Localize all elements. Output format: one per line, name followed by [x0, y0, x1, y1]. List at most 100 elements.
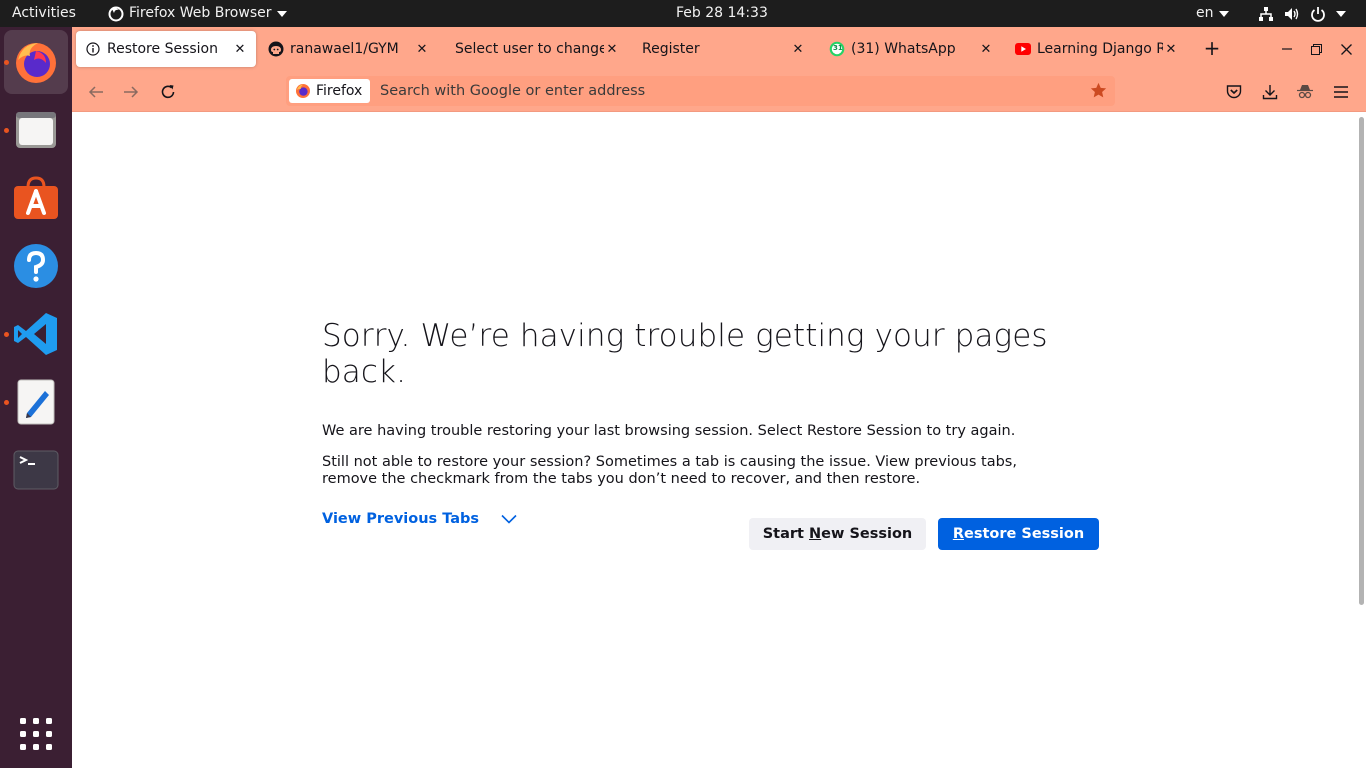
tab-bar: Restore Session ✕ ranawael1/GYM ✕ Select… — [72, 27, 1366, 71]
language-selector[interactable]: en — [1196, 0, 1229, 27]
restore-description: We are having trouble restoring your las… — [322, 423, 1016, 439]
tab-title: ranawael1/GYM — [290, 41, 399, 57]
chevron-down-icon — [276, 10, 287, 17]
dock-text-editor[interactable] — [4, 370, 68, 434]
network-icon — [1259, 6, 1273, 21]
clock[interactable]: Feb 28 14:33 — [676, 0, 768, 27]
app-menu[interactable]: Firefox Web Browser — [108, 0, 287, 27]
tab-title: (31) WhatsApp — [851, 41, 956, 57]
restore-session-container: Sorry. We’re having trouble getting your… — [322, 318, 1102, 550]
power-icon — [1311, 6, 1325, 22]
identity-label: Firefox — [316, 83, 363, 99]
tab-register[interactable]: Register ✕ — [642, 31, 812, 67]
dock-terminal[interactable] — [4, 438, 68, 502]
system-menu[interactable] — [1258, 0, 1346, 27]
chevron-down-icon — [1218, 10, 1229, 17]
dock-help[interactable] — [4, 234, 68, 298]
app-menu-button[interactable] — [1328, 79, 1354, 105]
url-input[interactable]: Search with Google or enter address — [380, 76, 1080, 106]
button-label: Start — [762, 526, 810, 542]
running-indicator — [4, 128, 9, 133]
tab-title: Register — [642, 41, 700, 57]
arrow-left-icon — [88, 86, 103, 98]
tab-github[interactable]: ranawael1/GYM ✕ — [268, 31, 438, 67]
close-tab-icon[interactable]: ✕ — [604, 42, 620, 57]
github-icon — [268, 41, 284, 57]
show-applications-button[interactable] — [4, 702, 68, 766]
hamburger-menu-icon — [1334, 86, 1348, 98]
downloads-button[interactable] — [1257, 79, 1283, 105]
start-new-session-button[interactable]: Start New Session — [749, 518, 926, 550]
close-tab-icon[interactable]: ✕ — [414, 42, 430, 57]
maximize-button[interactable] — [1304, 37, 1328, 61]
bookmark-star-icon[interactable] — [1090, 82, 1107, 99]
download-icon — [1262, 85, 1278, 100]
app-grid-icon — [20, 718, 52, 750]
chevron-down-icon — [501, 514, 517, 524]
firefox-icon — [16, 43, 56, 83]
tab-restore-session[interactable]: Restore Session ✕ — [76, 31, 256, 67]
info-icon — [85, 41, 101, 57]
volume-icon — [1285, 7, 1299, 20]
dock — [0, 27, 72, 768]
close-icon — [1340, 43, 1352, 55]
minimize-button[interactable] — [1275, 37, 1299, 61]
private-mask-icon — [1297, 85, 1313, 99]
chevron-down-icon — [1336, 10, 1346, 17]
activities-button[interactable]: Activities — [12, 0, 76, 27]
close-tab-icon[interactable]: ✕ — [790, 42, 806, 57]
restore-actions: Start New Session Restore Session — [749, 518, 1099, 550]
language-label: en — [1196, 5, 1214, 21]
url-bar[interactable]: Firefox Search with Google or enter addr… — [286, 76, 1115, 106]
firefox-app-icon — [108, 6, 124, 21]
tab-whatsapp[interactable]: 31 (31) WhatsApp ✕ — [829, 31, 1001, 67]
reload-button[interactable] — [155, 79, 181, 105]
close-window-button[interactable] — [1334, 37, 1358, 61]
running-indicator — [4, 400, 9, 405]
close-tab-icon[interactable]: ✕ — [1163, 42, 1179, 57]
navigation-toolbar: Firefox Search with Google or enter addr… — [72, 71, 1366, 112]
button-label: ew Session — [821, 526, 913, 542]
tab-title: Select user to change | Django site admi… — [455, 41, 604, 57]
dock-ubuntu-software[interactable] — [4, 166, 68, 230]
whatsapp-icon: 31 — [829, 41, 845, 57]
reload-icon — [161, 85, 175, 99]
forward-button[interactable] — [118, 79, 144, 105]
whatsapp-badge: 31 — [833, 44, 843, 52]
pocket-icon — [1226, 85, 1242, 99]
tab-title: Learning Django REST Framework — [1037, 41, 1163, 57]
access-key: R — [952, 526, 964, 542]
arrow-right-icon — [124, 86, 139, 98]
running-indicator — [4, 60, 9, 65]
pocket-button[interactable] — [1221, 79, 1247, 105]
ubuntu-software-icon — [14, 176, 58, 219]
scrollbar[interactable] — [1359, 117, 1364, 605]
files-icon — [16, 112, 56, 148]
restore-window-icon — [1310, 43, 1322, 55]
vscode-icon — [14, 313, 57, 355]
page-content: Sorry. We’re having trouble getting your… — [72, 113, 1366, 768]
system-top-bar: Activities Firefox Web Browser Feb 28 14… — [0, 0, 1366, 27]
dock-firefox[interactable] — [4, 30, 68, 94]
tab-youtube[interactable]: Learning Django REST Framework ✕ — [1015, 31, 1185, 67]
tab-title: Restore Session — [107, 41, 218, 57]
view-previous-tabs-label: View Previous Tabs — [322, 511, 480, 527]
dock-files[interactable] — [4, 98, 68, 162]
terminal-icon — [13, 450, 59, 490]
new-tab-button[interactable]: + — [1200, 37, 1224, 61]
firefox-logo-icon — [296, 84, 310, 98]
restore-session-button[interactable]: Restore Session — [938, 518, 1099, 550]
tab-django-admin[interactable]: Select user to change | Django site admi… — [455, 31, 627, 67]
identity-box[interactable]: Firefox — [289, 79, 371, 103]
restore-help-text: Still not able to restore your session? … — [322, 454, 1017, 487]
youtube-icon — [1015, 41, 1031, 57]
app-menu-label: Firefox Web Browser — [129, 5, 272, 21]
button-label: estore Session — [963, 526, 1085, 542]
dock-vscode[interactable] — [4, 302, 68, 366]
back-button[interactable] — [83, 79, 109, 105]
close-tab-icon[interactable]: ✕ — [232, 42, 248, 57]
close-tab-icon[interactable]: ✕ — [978, 42, 994, 57]
help-icon — [14, 244, 58, 288]
account-button[interactable] — [1292, 79, 1318, 105]
running-indicator — [4, 332, 9, 337]
